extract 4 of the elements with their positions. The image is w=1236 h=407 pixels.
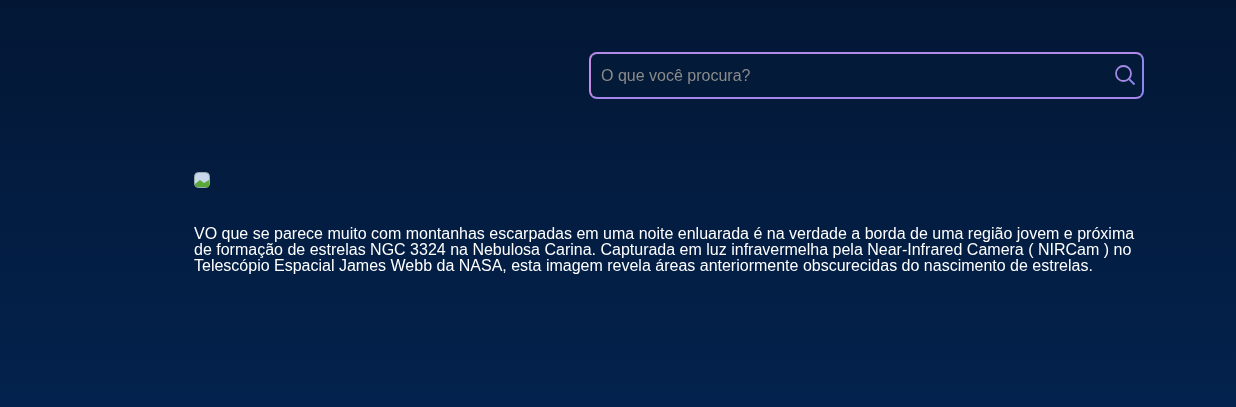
broken-image-icon — [194, 172, 210, 188]
image-description: VO que se parece muito com montanhas escarpadas em uma noite enluarada é na verdade a borda de uma região jovem e próxima de formação de estrelas NGC 3324 na Nebulosa Carina. Capturada em luz infravermelha pela Near-Infrared Camera ( NIRCam ) no Telescópio Espacial James Webb da NASA, esta imagem revela áreas anteriormente obscurecidas do nascimento de estrelas. — [194, 226, 1136, 274]
search-field[interactable]: O que você procura? — [589, 52, 1144, 99]
search-icon[interactable] — [1114, 64, 1136, 86]
